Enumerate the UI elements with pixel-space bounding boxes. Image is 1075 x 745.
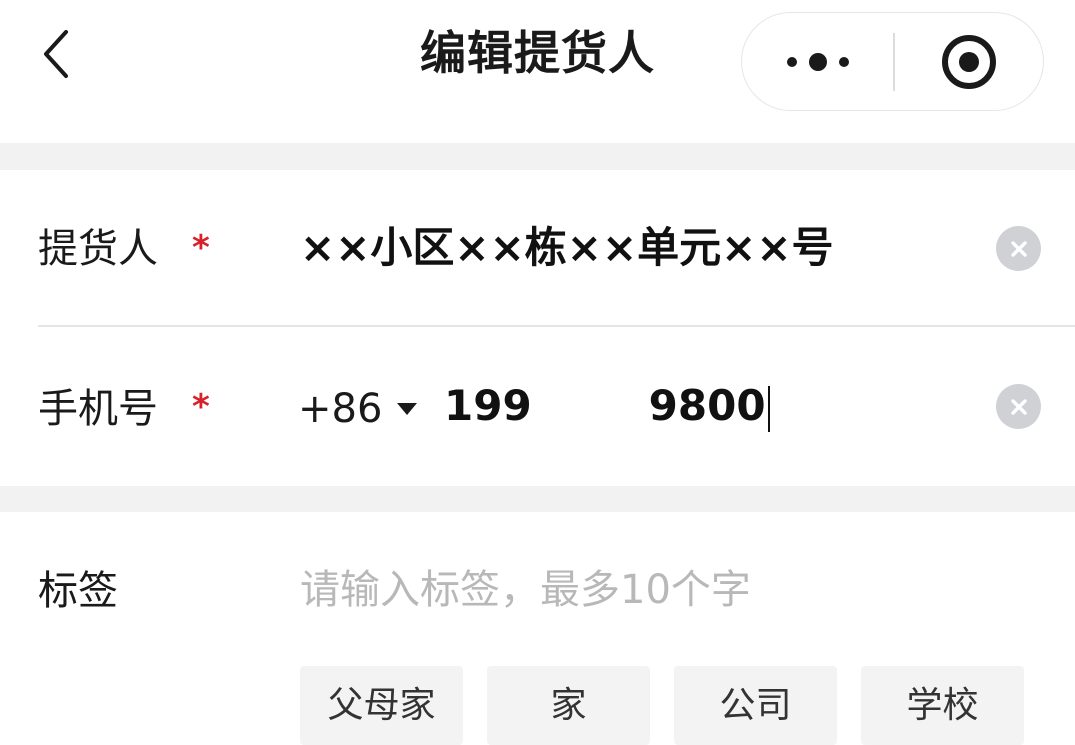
tag-label: 标签 (38, 568, 118, 614)
pickup-person-input[interactable]: ××小区××栋××单元××号 (300, 220, 834, 276)
tag-chip-parents-home[interactable]: 父母家 (300, 666, 463, 745)
phone-input[interactable]: 199 9800 (444, 378, 770, 434)
more-button[interactable] (742, 13, 893, 110)
chevron-left-icon (44, 30, 68, 78)
country-code-value: +86 (298, 386, 383, 432)
caret-down-icon (397, 403, 418, 415)
tag-chip-company[interactable]: 公司 (674, 666, 837, 745)
section-separator (0, 486, 1075, 512)
tag-chip-school[interactable]: 学校 (861, 666, 1024, 745)
country-code-selector[interactable]: +86 (298, 382, 418, 436)
phone-label: 手机号 (38, 386, 158, 432)
close-icon (1010, 240, 1027, 257)
tag-chip-home[interactable]: 家 (487, 666, 650, 745)
close-mini-program-button[interactable] (894, 13, 1043, 110)
clear-phone-button[interactable] (996, 384, 1041, 429)
tag-input[interactable] (300, 563, 980, 617)
edit-pickup-person-page: 编辑提货人 提货人 * ××小区××栋××单元××号 手机号 * +86 199… (0, 0, 1075, 745)
clear-pickup-person-button[interactable] (996, 226, 1041, 271)
required-mark: * (192, 228, 210, 268)
pickup-person-row: 提货人 * ××小区××栋××单元××号 (0, 170, 1075, 325)
target-circle-icon (941, 34, 996, 89)
navigation-bar: 编辑提货人 (0, 0, 1075, 143)
section-separator (0, 143, 1075, 170)
mini-program-capsule (741, 12, 1044, 111)
required-mark: * (192, 387, 210, 427)
pickup-person-label: 提货人 (38, 226, 158, 272)
back-button[interactable] (28, 24, 84, 84)
more-dots-icon (786, 52, 849, 71)
phone-input-text: 199 9800 (444, 381, 766, 430)
text-cursor (767, 385, 770, 432)
close-icon (1010, 398, 1027, 415)
